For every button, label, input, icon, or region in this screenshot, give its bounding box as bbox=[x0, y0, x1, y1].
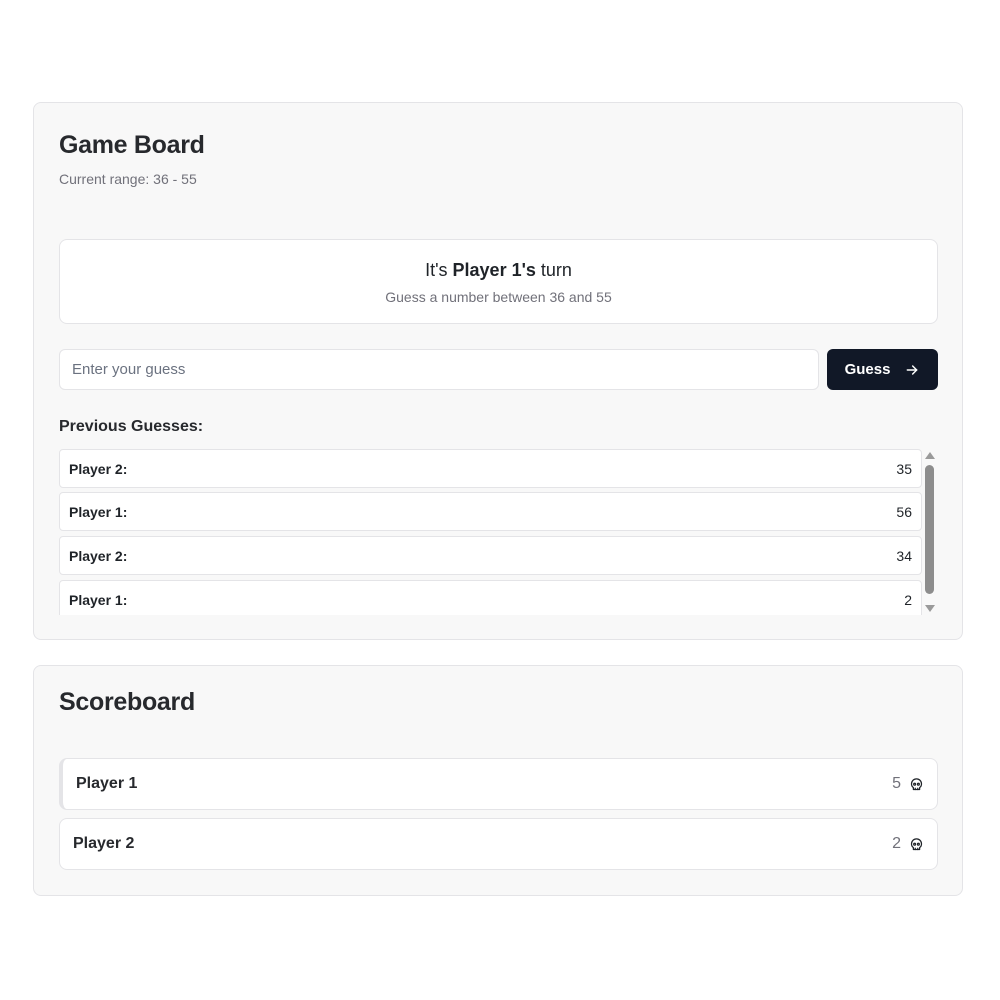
guess-value: 35 bbox=[896, 460, 912, 477]
skull-icon bbox=[910, 777, 923, 790]
guess-button[interactable]: Guess bbox=[827, 349, 938, 390]
turn-indicator: It's Player 1's turn Guess a number betw… bbox=[59, 239, 938, 324]
game-board-title: Game Board bbox=[59, 131, 205, 159]
score-display: 2 bbox=[892, 835, 924, 853]
scoreboard-title: Scoreboard bbox=[59, 688, 195, 716]
score-display: 5 bbox=[892, 775, 924, 793]
turn-title: It's Player 1's turn bbox=[60, 260, 937, 281]
guess-player: Player 2: bbox=[69, 460, 128, 477]
current-range-text: Current range: 36 - 55 bbox=[59, 171, 197, 187]
guess-row: Player 2: 35 bbox=[59, 449, 922, 488]
current-player-name: Player 1's bbox=[452, 260, 536, 280]
guess-player: Player 1: bbox=[69, 503, 128, 520]
score-value: 5 bbox=[892, 775, 901, 792]
previous-guesses-title: Previous Guesses: bbox=[59, 418, 204, 435]
guess-value: 2 bbox=[904, 591, 912, 608]
scroll-up-arrow-icon[interactable] bbox=[925, 452, 935, 459]
guess-value: 56 bbox=[896, 503, 912, 520]
guess-row: Player 1: 2 bbox=[59, 580, 922, 615]
turn-subtitle: Guess a number between 36 and 55 bbox=[385, 289, 612, 305]
scrollbar-thumb[interactable] bbox=[925, 465, 934, 594]
guesses-scrollbar[interactable] bbox=[924, 452, 936, 612]
turn-suffix: turn bbox=[535, 260, 572, 280]
guess-input[interactable] bbox=[59, 349, 819, 390]
guess-value: 34 bbox=[896, 547, 912, 564]
arrow-right-icon bbox=[907, 364, 918, 375]
score-player-name: Player 1 bbox=[76, 775, 138, 792]
score-value: 2 bbox=[892, 835, 901, 852]
score-row-player-2: Player 2 2 bbox=[59, 818, 938, 870]
guess-row: Player 1: 56 bbox=[59, 492, 922, 531]
previous-guesses-list[interactable]: Player 2: 35 Player 1: 56 Player 2: 34 P… bbox=[59, 449, 923, 615]
skull-icon bbox=[910, 837, 923, 850]
turn-prefix: It's bbox=[425, 260, 453, 280]
guess-player: Player 2: bbox=[69, 547, 128, 564]
scoreboard-card: Scoreboard Player 1 5 Player 2 2 bbox=[33, 665, 963, 896]
guess-button-label: Guess bbox=[844, 361, 891, 378]
score-row-player-1: Player 1 5 bbox=[59, 758, 938, 810]
scroll-down-arrow-icon[interactable] bbox=[925, 605, 935, 612]
guess-row: Player 2: 34 bbox=[59, 536, 922, 575]
score-player-name: Player 2 bbox=[73, 835, 135, 852]
game-board-card: Game Board Current range: 36 - 55 It's P… bbox=[33, 102, 963, 640]
guess-player: Player 1: bbox=[69, 591, 128, 608]
